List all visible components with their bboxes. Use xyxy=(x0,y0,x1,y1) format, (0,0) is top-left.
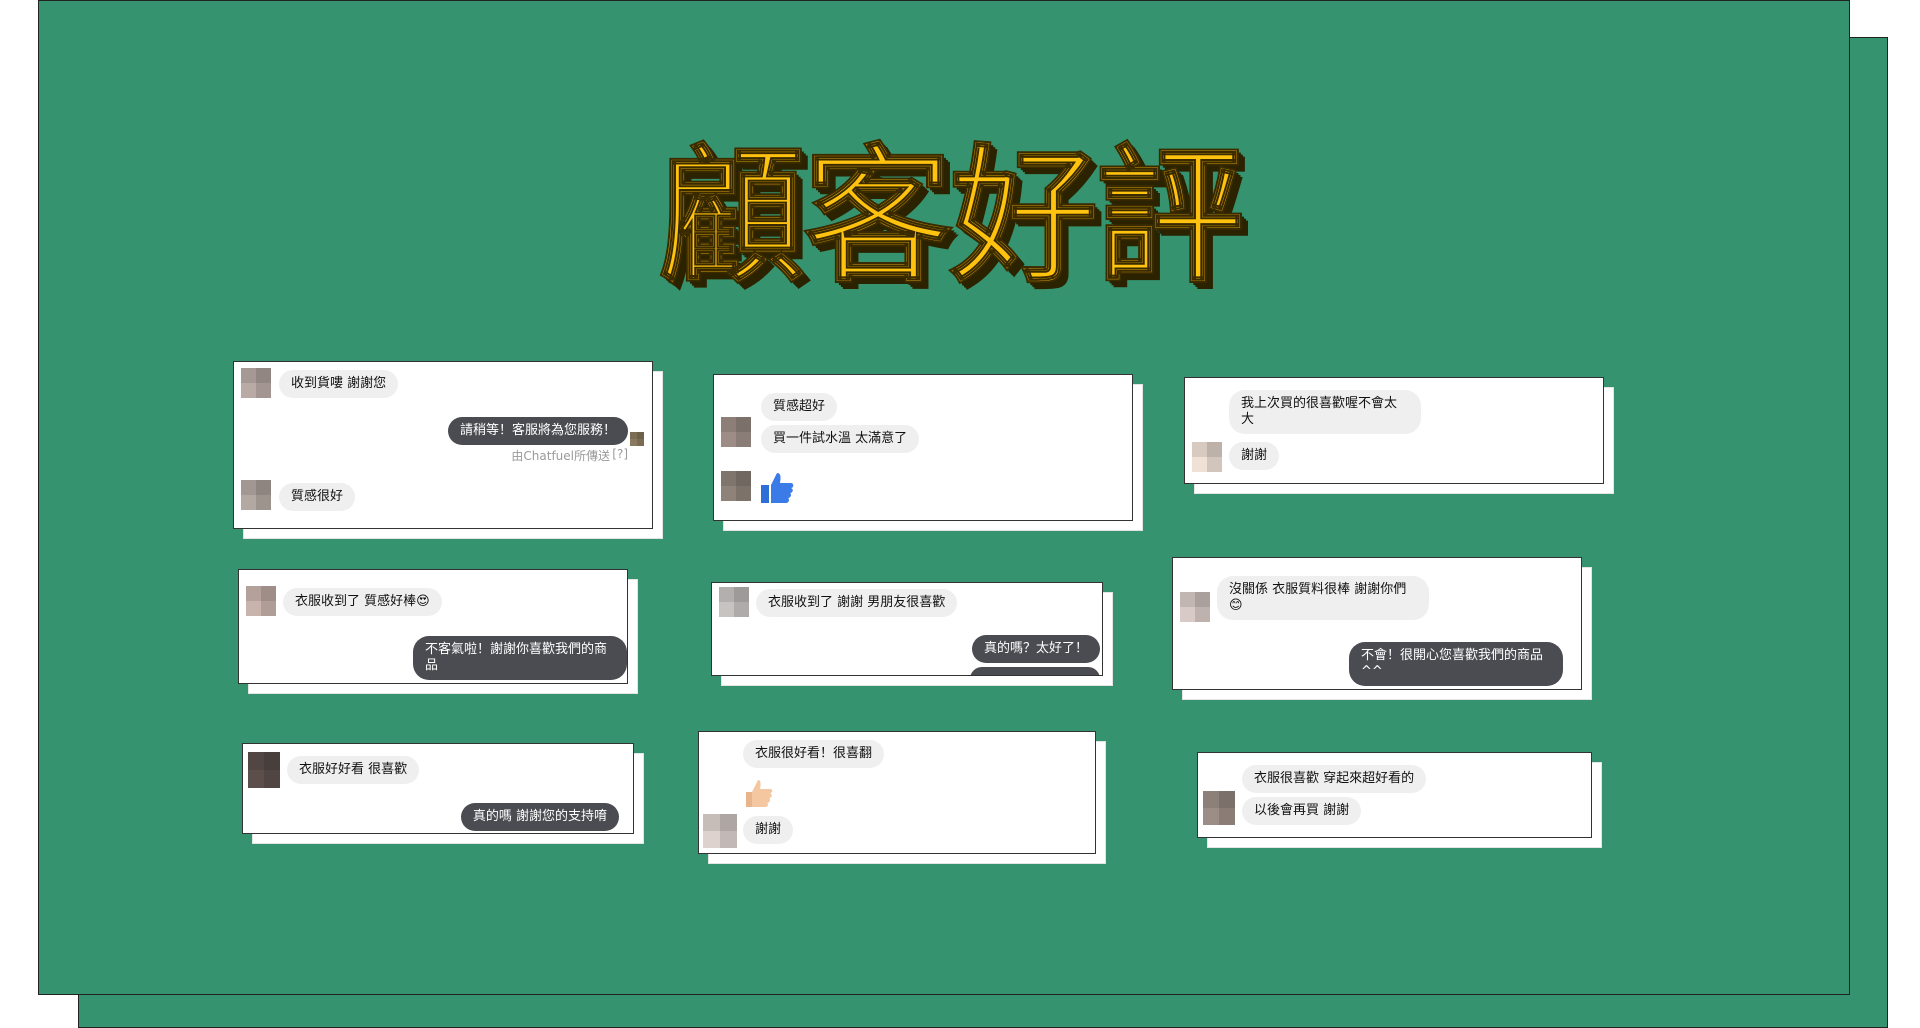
review-card-6: 沒關係 衣服質料很棒 謝謝你們😊 不會！很開心您喜歡我們的商品^^ xyxy=(1172,557,1592,700)
review-card-7: 衣服好好看 很喜歡 真的嗎 謝謝您的支持唷 xyxy=(242,743,644,844)
outgoing-message-partial xyxy=(970,667,1100,675)
avatar xyxy=(241,368,271,398)
avatar xyxy=(241,480,271,510)
avatar xyxy=(703,814,737,848)
outgoing-message: 真的嗎 謝謝您的支持唷 xyxy=(460,803,619,831)
card-body: 我上次買的很喜歡喔不會太大 謝謝 xyxy=(1184,377,1604,484)
card-body: 沒關係 衣服質料很棒 謝謝你們😊 不會！很開心您喜歡我們的商品^^ xyxy=(1172,557,1582,690)
sent-by-caption: 由Chatfuel所傳送 xyxy=(511,449,610,463)
thumbs-up-icon xyxy=(761,473,794,503)
incoming-message: 謝謝 xyxy=(1229,442,1280,470)
avatar xyxy=(721,417,751,447)
card-body: 衣服很好看！很喜翻 謝謝 xyxy=(698,731,1096,854)
page-title: 顧客好評 xyxy=(657,130,1245,304)
review-card-5: 衣服收到了 謝謝 男朋友很喜歡 真的嗎？太好了！ xyxy=(711,582,1113,686)
incoming-message: 收到貨嘍 謝謝您 xyxy=(279,370,399,398)
incoming-message: 衣服很好看！很喜翻 xyxy=(743,740,885,768)
incoming-message: 我上次買的很喜歡喔不會太大 xyxy=(1229,390,1421,434)
outgoing-message: 不客氣啦！謝謝你喜歡我們的商品 xyxy=(413,636,627,680)
card-body: 衣服收到了 質感好棒😍 不客氣啦！謝謝你喜歡我們的商品 xyxy=(238,569,628,684)
outgoing-message: 請稍等！客服將為您服務！ xyxy=(447,417,628,445)
incoming-message: 衣服收到了 質感好棒😍 xyxy=(283,588,442,616)
help-link[interactable]: [?] xyxy=(612,447,628,461)
avatar xyxy=(1180,592,1210,622)
card-body: 衣服收到了 謝謝 男朋友很喜歡 真的嗎？太好了！ xyxy=(711,582,1103,676)
thumbs-up-icon xyxy=(746,780,773,807)
avatar xyxy=(1192,442,1222,472)
card-body: 質感超好 買一件試水溫 太滿意了 xyxy=(713,374,1133,521)
review-card-4: 衣服收到了 質感好棒😍 不客氣啦！謝謝你喜歡我們的商品 xyxy=(238,569,638,694)
avatar xyxy=(248,752,280,788)
review-card-8: 衣服很好看！很喜翻 謝謝 xyxy=(698,731,1106,864)
incoming-message: 衣服好好看 很喜歡 xyxy=(287,756,420,784)
avatar xyxy=(630,432,644,446)
incoming-message: 沒關係 衣服質料很棒 謝謝你們😊 xyxy=(1217,576,1429,620)
card-body: 衣服很喜歡 穿起來超好看的 以後會再買 謝謝 xyxy=(1197,752,1592,838)
avatar xyxy=(1203,791,1235,825)
incoming-message: 衣服收到了 謝謝 男朋友很喜歡 xyxy=(756,589,958,617)
review-card-1: 收到貨嘍 謝謝您 請稍等！客服將為您服務！ 由Chatfuel所傳送 [?] 質… xyxy=(233,361,663,539)
review-card-3: 我上次買的很喜歡喔不會太大 謝謝 xyxy=(1184,377,1614,494)
card-body: 收到貨嘍 謝謝您 請稍等！客服將為您服務！ 由Chatfuel所傳送 [?] 質… xyxy=(233,361,653,529)
incoming-message: 質感超好 xyxy=(761,393,838,421)
avatar xyxy=(721,471,751,501)
card-body: 衣服好好看 很喜歡 真的嗎 謝謝您的支持唷 xyxy=(242,743,634,834)
outgoing-message: 不會！很開心您喜歡我們的商品^^ xyxy=(1349,642,1563,686)
incoming-message: 謝謝 xyxy=(743,816,794,844)
incoming-message: 質感很好 xyxy=(279,483,356,511)
avatar xyxy=(246,586,276,616)
avatar xyxy=(719,587,749,617)
outgoing-message: 真的嗎？太好了！ xyxy=(971,635,1100,663)
review-card-2: 質感超好 買一件試水溫 太滿意了 xyxy=(713,374,1143,531)
incoming-message: 以後會再買 謝謝 xyxy=(1242,797,1362,825)
incoming-message: 買一件試水溫 太滿意了 xyxy=(761,425,920,453)
review-card-9: 衣服很喜歡 穿起來超好看的 以後會再買 謝謝 xyxy=(1197,752,1602,848)
incoming-message: 衣服很喜歡 穿起來超好看的 xyxy=(1242,765,1427,793)
